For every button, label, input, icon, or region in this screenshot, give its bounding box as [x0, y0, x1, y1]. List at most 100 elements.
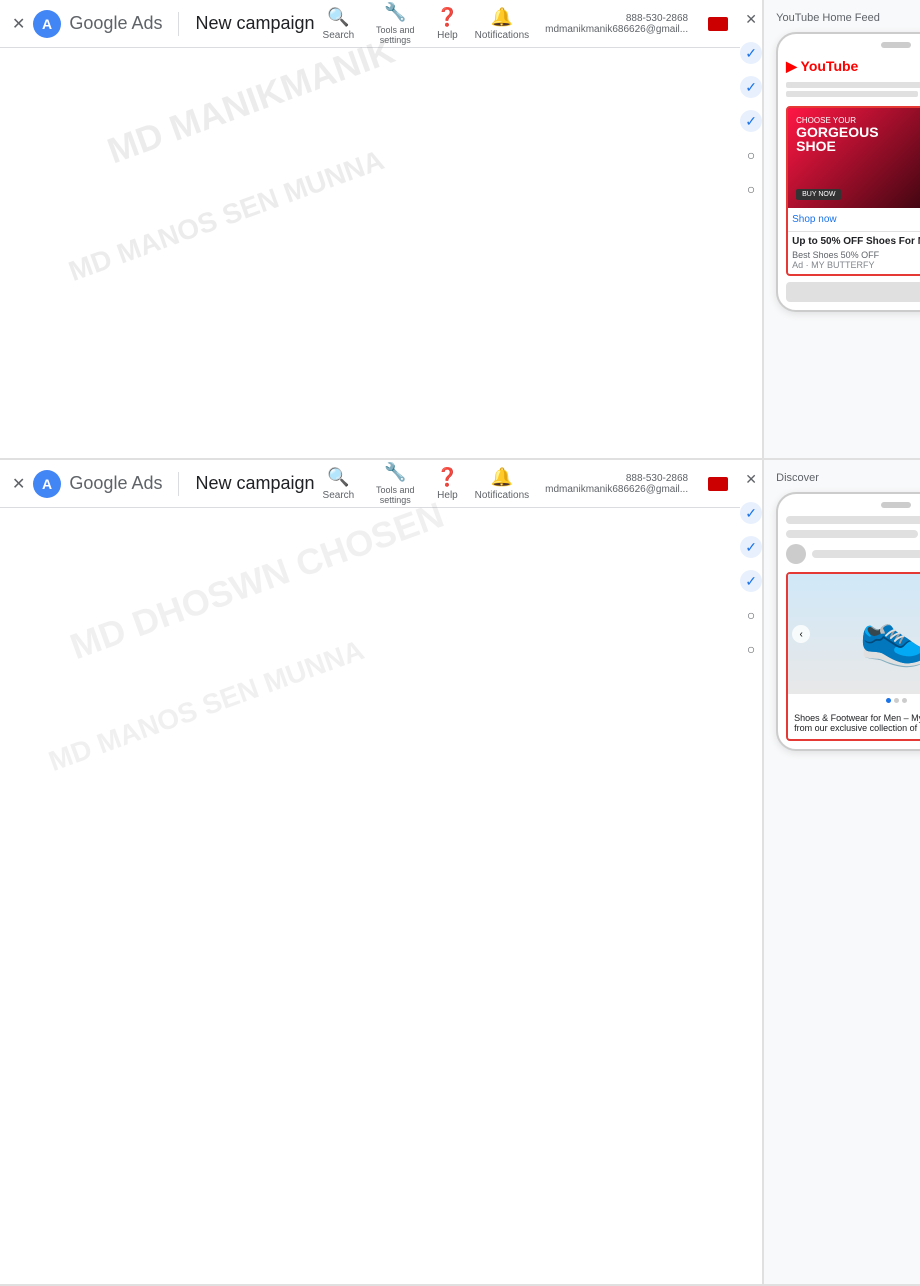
bell-icon-2: 🔔 [491, 467, 513, 488]
user-email: mdmanikmanik686626@gmail... [545, 24, 688, 35]
search-label-2: Search [323, 490, 355, 501]
help-icon-2: ❓ [436, 467, 458, 488]
search-nav[interactable]: 🔍 Search [323, 7, 355, 41]
user-info-2: 888-530-2868 mdmanikmanik686626@gmail... [545, 473, 688, 495]
dot-2 [894, 698, 899, 703]
search-icon-2: 🔍 [327, 467, 349, 488]
brand-name-2: Google Ads [69, 473, 162, 494]
user-email-2: mdmanikmanik686626@gmail... [545, 484, 688, 495]
ad-tag: Ad · MY BUTTERFY [792, 260, 920, 270]
phone-notch [881, 42, 911, 48]
topbar-divider [178, 12, 179, 36]
watermark-4: MD MANOS SEN MUNNA [45, 634, 369, 778]
tools-label-2: Tools and settings [370, 485, 420, 505]
ad-description: Up to 50% OFF Shoes For Men ⋮ Best Shoes… [788, 231, 920, 274]
youtube-logo: ▶ YouTube [786, 58, 858, 75]
sidebar2-icon-5[interactable]: ○ [740, 604, 762, 626]
sidebar-icon-4[interactable]: ✓ [740, 110, 762, 132]
google-ads-logo-2: A [33, 470, 61, 498]
discover-avatar [786, 544, 806, 564]
bell-icon: 🔔 [491, 7, 513, 28]
discover-shoe-img: 👟 [859, 599, 920, 670]
discover-meta-line [812, 550, 920, 558]
ad-card: CHOOSE YOUR GORGEOUSSHOE 👟 BUY NOW Shop … [786, 106, 920, 276]
tools-label: Tools and settings [370, 25, 420, 45]
dot-3 [902, 698, 907, 703]
left-sidebar-2: ✕ ✓ ✓ ✓ ○ ○ [740, 460, 763, 1284]
country-flag-2 [708, 477, 728, 491]
preview-area-2: Discover 👟 ‹ › [763, 460, 920, 1284]
more-content-placeholder [786, 282, 920, 302]
sidebar2-icon-2[interactable]: ✓ [740, 502, 762, 524]
campaign-title: New campaign [195, 13, 314, 34]
ad-subtitle: Best Shoes 50% OFF [792, 250, 920, 260]
yt-content-placeholder [786, 82, 920, 97]
discover-line-1 [786, 516, 920, 524]
preview-label: YouTube Home Feed [776, 12, 880, 24]
help-label: Help [437, 30, 458, 41]
notifications-label: Notifications [475, 30, 529, 41]
help-nav[interactable]: ❓ Help [436, 7, 458, 41]
search-icon: 🔍 [327, 7, 349, 28]
close-button[interactable]: ✕ [12, 14, 25, 34]
help-nav-2[interactable]: ❓ Help [436, 467, 458, 501]
discover-label: Discover [776, 472, 819, 484]
ad-buy-button: BUY NOW [796, 189, 841, 200]
discover-ad-card: 👟 ‹ › Shoes & Footwear for Men – MyButte… [786, 572, 920, 741]
sidebar2-icon-6[interactable]: ○ [740, 638, 762, 660]
phone-mockup: ▶ YouTube CHOOSE YOUR GORGEOUSSHOE [776, 32, 920, 312]
user-info: 888-530-2868 mdmanikmanik686626@gmail... [545, 13, 688, 35]
sidebar-icon-5[interactable]: ○ [740, 144, 762, 166]
notifications-nav-2[interactable]: 🔔 Notifications [475, 467, 529, 501]
discover-img-bg: 👟 ‹ › [788, 574, 920, 694]
notifications-label-2: Notifications [475, 490, 529, 501]
shoe-background: CHOOSE YOUR GORGEOUSSHOE 👟 BUY NOW [788, 108, 920, 208]
discover-meta-row [786, 544, 920, 564]
google-ads-logo: A [33, 10, 61, 38]
country-flag [708, 17, 728, 31]
discover-line-2 [786, 530, 918, 538]
campaign-title-2: New campaign [195, 473, 314, 494]
brand-name: Google Ads [69, 13, 162, 34]
close-button-2[interactable]: ✕ [12, 474, 25, 494]
notifications-nav[interactable]: 🔔 Notifications [475, 7, 529, 41]
watermark-3: MD DHOSWN CHOSEN [65, 494, 450, 668]
dot-1 [886, 698, 891, 703]
sidebar2-icon-4[interactable]: ✓ [740, 570, 762, 592]
tools-nav[interactable]: 🔧 Tools and settings [370, 2, 420, 45]
sidebar-icon-1[interactable]: ✕ [740, 8, 762, 30]
watermark-2: MD MANOS SEN MUNNA [65, 144, 389, 288]
shop-now-row: Shop now ⤤ [788, 208, 920, 231]
yt-header: ▶ YouTube [786, 56, 920, 76]
svg-text:A: A [42, 476, 52, 492]
phone-mockup-2: 👟 ‹ › Shoes & Footwear for Men – MyButte… [776, 492, 920, 751]
ad-image-area: CHOOSE YOUR GORGEOUSSHOE 👟 BUY NOW [788, 108, 920, 208]
search-nav-2[interactable]: 🔍 Search [323, 467, 355, 501]
shop-now-text: Shop now [792, 214, 836, 225]
ad-title: Up to 50% OFF Shoes For Men [792, 236, 920, 247]
discover-image-area: 👟 ‹ › [788, 574, 920, 694]
help-icon: ❓ [436, 7, 458, 28]
sidebar-icon-3[interactable]: ✓ [740, 76, 762, 98]
phone-notch-2 [881, 502, 911, 508]
user-phone: 888-530-2868 [626, 13, 688, 24]
ad-overlay-text: CHOOSE YOUR GORGEOUSSHOE [796, 116, 878, 153]
preview-area: YouTube Home Feed ▶ YouTube [763, 0, 920, 458]
yt-line-2 [786, 91, 918, 97]
discover-description: Shoes & Footwear for Men – MyButterfly |… [788, 707, 920, 739]
discover-prev-button[interactable]: ‹ [792, 625, 810, 643]
left-sidebar: ✕ ✓ ✓ ✓ ○ ○ [740, 0, 763, 458]
sidebar2-icon-1[interactable]: ✕ [740, 468, 762, 490]
sidebar-icon-2[interactable]: ✓ [740, 42, 762, 64]
sidebar-icon-6[interactable]: ○ [740, 178, 762, 200]
tools-icon: 🔧 [384, 2, 406, 23]
tools-nav-2[interactable]: 🔧 Tools and settings [370, 462, 420, 505]
yt-line-1 [786, 82, 920, 88]
user-phone-2: 888-530-2868 [626, 473, 688, 484]
discover-dots [788, 694, 920, 707]
topbar-divider-2 [178, 472, 179, 496]
search-label: Search [323, 30, 355, 41]
sidebar2-icon-3[interactable]: ✓ [740, 536, 762, 558]
help-label-2: Help [437, 490, 458, 501]
watermark-1: MD MANIKMANIK [102, 30, 400, 173]
